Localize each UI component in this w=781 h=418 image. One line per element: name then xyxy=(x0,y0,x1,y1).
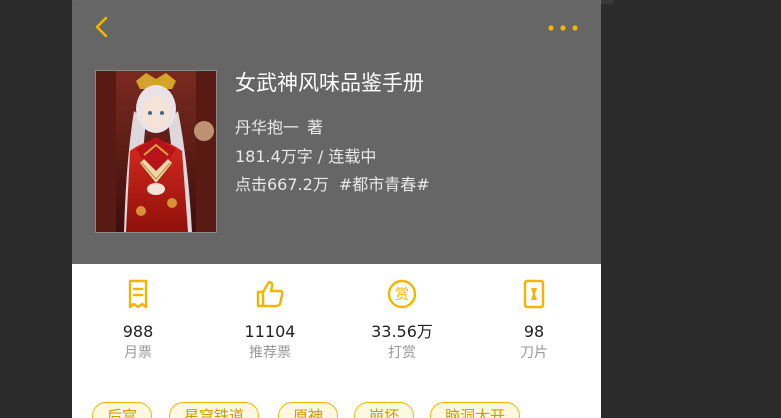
book-clicks: 点击667.2万 xyxy=(235,175,329,194)
book-detail-page: 女武神风味品鉴手册 丹华抱一著 181.4万字 / 连载中 点击667.2万 #都… xyxy=(72,0,601,418)
stat-monthly-ticket[interactable]: 988 月票 xyxy=(78,278,198,362)
tag-chip[interactable]: 星穹铁道 xyxy=(169,402,260,418)
more-dots-icon xyxy=(548,25,578,31)
chevron-left-icon xyxy=(95,16,108,38)
tag-chip[interactable]: 脑洞大开 xyxy=(430,402,521,418)
book-title: 女武神风味品鉴手册 xyxy=(235,71,424,95)
tag-chip[interactable]: 原神 xyxy=(278,402,339,418)
stat-label: 月票 xyxy=(124,345,152,361)
book-word-status: 181.4万字 / 连载中 xyxy=(235,147,377,166)
stat-label: 打赏 xyxy=(388,345,416,361)
book-header: 女武神风味品鉴手册 丹华抱一著 181.4万字 / 连载中 点击667.2万 #都… xyxy=(72,0,601,264)
more-button[interactable] xyxy=(546,20,582,36)
thumbs-up-icon xyxy=(256,280,284,308)
stat-value: 33.56万 xyxy=(371,322,433,341)
stat-label: 推荐票 xyxy=(249,345,291,361)
tag-chip[interactable]: 后宫 xyxy=(92,402,153,418)
stat-label: 刀片 xyxy=(520,345,548,361)
stat-value: 988 xyxy=(122,322,154,341)
support-stats: 988 月票 11104 推荐票 赏 33.56万 打赏 98 刀片 xyxy=(72,264,601,374)
stat-value: 11104 xyxy=(244,322,296,341)
book-cover-illustration xyxy=(96,71,216,232)
svg-text:赏: 赏 xyxy=(395,287,409,303)
book-author-line: 丹华抱一著 xyxy=(235,114,323,138)
tag-chip[interactable]: 崩坏 xyxy=(354,402,415,418)
reward-coin-icon: 赏 xyxy=(387,279,417,309)
book-stats-line: 点击667.2万 #都市青春# xyxy=(235,171,430,195)
book-category[interactable]: #都市青春# xyxy=(339,175,430,194)
tag-list: 后宫 星穹铁道 原神 崩坏 脑洞大开 xyxy=(92,402,601,418)
stat-recommend-ticket[interactable]: 11104 推荐票 xyxy=(210,278,330,362)
stat-reward[interactable]: 赏 33.56万 打赏 xyxy=(342,278,462,362)
book-author[interactable]: 丹华抱一 xyxy=(235,118,299,137)
stat-blade[interactable]: 98 刀片 xyxy=(474,278,594,362)
monthly-ticket-icon xyxy=(128,279,148,309)
author-suffix: 著 xyxy=(307,118,324,137)
back-button[interactable] xyxy=(90,12,116,42)
stat-value: 98 xyxy=(523,322,545,341)
book-cover[interactable] xyxy=(95,70,217,233)
blade-card-icon xyxy=(523,279,545,309)
